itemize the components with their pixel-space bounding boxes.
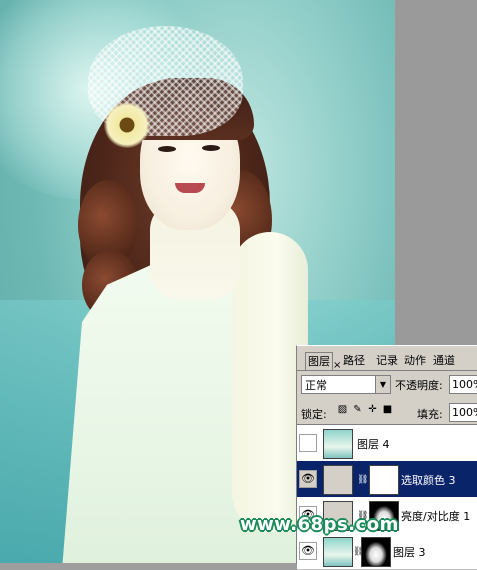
tab-history[interactable]: 记录 bbox=[374, 352, 400, 369]
lock-label: 锁定: bbox=[301, 408, 327, 421]
layer-name: 亮度/对比度 1 bbox=[401, 510, 471, 523]
visibility-toggle[interactable]: 👁 bbox=[299, 470, 317, 488]
visibility-toggle[interactable] bbox=[299, 434, 317, 452]
watermark: www.68ps.com bbox=[240, 514, 399, 535]
lock-position-icon[interactable]: ✛ bbox=[367, 404, 378, 415]
tab-channels[interactable]: 通道 bbox=[431, 352, 457, 369]
link-icon[interactable]: ⛓ bbox=[357, 475, 368, 485]
tab-paths[interactable]: 路径 bbox=[341, 352, 367, 369]
fill-field[interactable]: 100% bbox=[449, 403, 477, 422]
layers-list: 图层 4 👁 ⛓ 选取颜色 3 👁 ⛓ 亮度/对比度 1 👁 ⛓ 图层 3 bbox=[297, 424, 477, 570]
eye-icon: 👁 bbox=[301, 544, 315, 557]
layer-row[interactable]: 👁 ⛓ 选取颜色 3 bbox=[297, 461, 477, 498]
lock-all-icon[interactable]: ■ bbox=[382, 404, 393, 415]
right-eye bbox=[202, 145, 220, 151]
blend-mode-select[interactable]: 正常 ▼ bbox=[301, 375, 391, 394]
left-eye bbox=[158, 146, 176, 152]
opacity-label: 不透明度: bbox=[395, 379, 443, 392]
lock-paint-icon[interactable]: ✎ bbox=[352, 404, 363, 415]
adjustment-thumbnail bbox=[323, 465, 353, 495]
blend-mode-value: 正常 bbox=[305, 379, 327, 392]
fill-label: 填充: bbox=[417, 408, 443, 421]
layer-thumbnail bbox=[323, 429, 353, 459]
opacity-field[interactable]: 100% bbox=[449, 375, 477, 394]
layer-name: 图层 4 bbox=[357, 438, 390, 451]
tab-layers[interactable]: 图层 bbox=[305, 352, 333, 370]
lock-controls: ▨ ✎ ✛ ■ bbox=[337, 404, 393, 415]
layer-name: 图层 3 bbox=[393, 546, 426, 559]
tab-divider bbox=[297, 370, 477, 371]
eye-icon: 👁 bbox=[301, 472, 315, 485]
visibility-toggle[interactable]: 👁 bbox=[299, 542, 317, 560]
mask-thumbnail bbox=[369, 465, 399, 495]
lock-transparency-icon[interactable]: ▨ bbox=[337, 404, 348, 415]
layer-row[interactable]: 图层 4 bbox=[297, 425, 477, 462]
layer-name: 选取颜色 3 bbox=[401, 474, 456, 487]
tab-actions[interactable]: 动作 bbox=[402, 352, 428, 369]
chevron-down-icon[interactable]: ▼ bbox=[375, 376, 390, 393]
flower bbox=[104, 102, 150, 148]
panel-tabs: 图层 × 路径 记录 动作 通道 bbox=[297, 352, 477, 371]
layer-row[interactable]: 👁 ⛓ 图层 3 bbox=[297, 533, 477, 570]
workspace-background bbox=[395, 0, 477, 345]
